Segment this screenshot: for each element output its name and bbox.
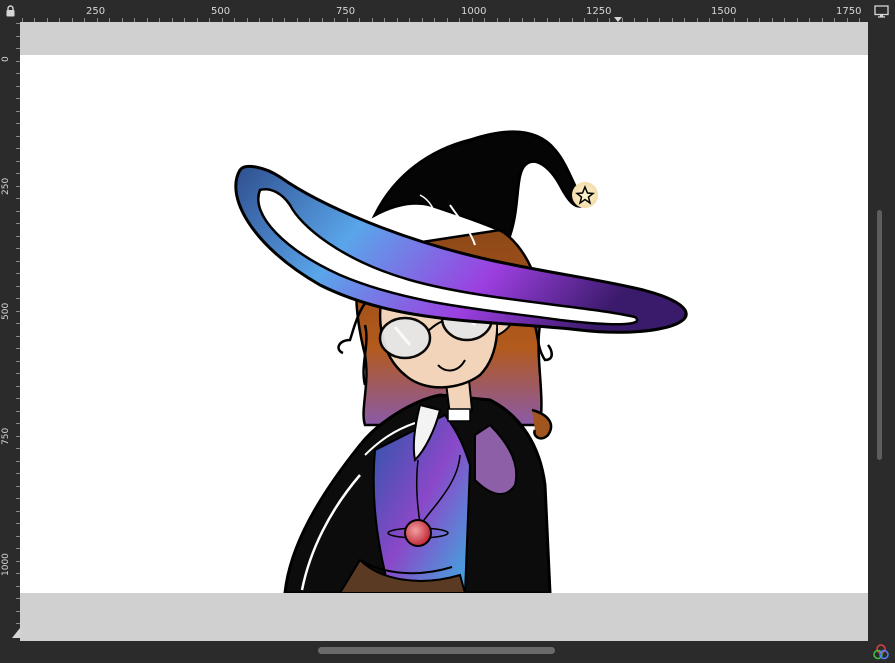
horizontal-ruler[interactable]: 250 500 750 1000 1250 1500 1750: [20, 0, 868, 22]
ruler-label: 1750: [836, 6, 862, 17]
ruler-label: 1000: [1, 553, 11, 576]
color-circles-icon[interactable]: [873, 644, 889, 660]
image-canvas[interactable]: [20, 55, 868, 593]
ruler-label: 250: [1, 177, 11, 195]
horizontal-scrollbar-thumb[interactable]: [318, 647, 555, 654]
ruler-label: 1000: [461, 6, 487, 17]
witch-illustration: [234, 130, 688, 593]
navigate-icon[interactable]: [12, 628, 20, 638]
ruler-label: 0: [1, 56, 11, 62]
vertical-ruler-ticks: [16, 23, 20, 637]
ruler-label: 1500: [711, 6, 737, 17]
monitor-icon[interactable]: [874, 5, 889, 18]
vertical-ruler[interactable]: 0 250 500 750 1000: [0, 22, 20, 641]
ruler-label: 250: [86, 6, 106, 17]
ruler-label: 500: [1, 302, 11, 320]
ruler-label: 500: [211, 6, 231, 17]
ruler-label: 750: [336, 6, 356, 17]
horizontal-ruler-ticks: [22, 17, 860, 22]
lock-icon[interactable]: [5, 5, 16, 17]
vertical-scrollbar-thumb[interactable]: [877, 210, 882, 460]
ruler-label: 1250: [586, 6, 612, 17]
ruler-label: 750: [1, 427, 11, 445]
canvas-area[interactable]: [20, 22, 868, 641]
